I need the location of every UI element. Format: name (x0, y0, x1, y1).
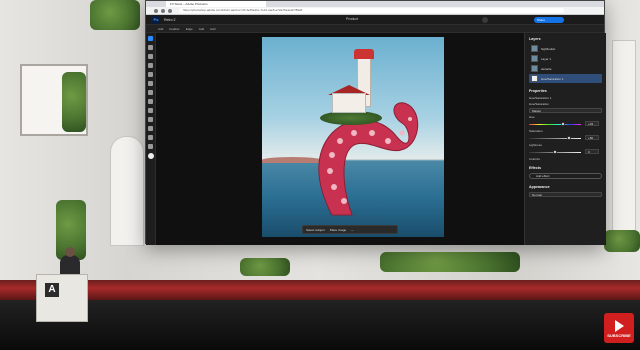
shape-tool-icon[interactable] (148, 117, 153, 122)
photoshop-logo-icon[interactable]: Ps (152, 15, 160, 24)
url-input[interactable]: https://photoshop.adobe.com/id/urn:aaid:… (179, 8, 564, 13)
island (320, 111, 382, 125)
layer-row[interactable]: hightlookin (529, 44, 602, 53)
hue-knob[interactable] (561, 122, 565, 126)
preset-dropdown[interactable]: Master (529, 108, 602, 113)
header-center-label[interactable]: Product (346, 17, 358, 21)
effects-title: Effects (529, 166, 541, 170)
saturation-knob[interactable] (567, 136, 571, 140)
subscribe-label: SUBSCRIBE (607, 333, 631, 338)
hue-track (529, 124, 581, 125)
layer-name: Hue/Saturation 1 (541, 76, 564, 81)
share-button[interactable]: Share (534, 17, 564, 23)
canvas-area[interactable]: Select subject Place image ⋯ (156, 33, 524, 245)
layers-title: Layers (529, 37, 541, 41)
house (332, 93, 366, 113)
background-plant (380, 252, 520, 272)
option-item[interactable]: Edge (186, 27, 193, 31)
lighthouse-lamp (354, 49, 374, 59)
option-item[interactable]: Add (158, 27, 163, 31)
color-swatch-icon[interactable] (147, 153, 154, 159)
layer-name: tentacle (541, 66, 552, 71)
layer-thumbnail (531, 45, 538, 52)
stage-red-band (0, 280, 640, 300)
reload-icon[interactable] (168, 8, 172, 13)
option-item[interactable]: Feather (169, 27, 179, 31)
saturation-value-field[interactable]: +50 (585, 135, 599, 140)
select-subject-button[interactable]: Select subject (306, 228, 325, 232)
subscribe-button[interactable]: SUBSCRIBE (604, 313, 634, 343)
right-panel: Layers hightlookin Layer 1 tentacle Hue/… (524, 33, 606, 245)
lightness-knob[interactable] (553, 150, 557, 154)
tentacle-image (318, 102, 419, 216)
background-arch (110, 136, 144, 246)
select-tool-icon[interactable] (148, 45, 153, 50)
back-icon[interactable] (154, 8, 158, 13)
crop-tool-icon[interactable] (148, 126, 153, 131)
browser-tab[interactable]: FX Stock ~ Adobe Photosho (166, 1, 266, 7)
stage-floor (0, 300, 640, 350)
zoom-tool-icon[interactable] (148, 144, 153, 149)
place-image-button[interactable]: Place image (330, 228, 347, 232)
layer-name: hightlookin (541, 46, 556, 51)
type-tool-icon[interactable] (148, 108, 153, 113)
section-label: Hue/Saturation (529, 102, 550, 106)
forward-icon[interactable] (161, 8, 165, 13)
move-tool-icon[interactable] (148, 36, 153, 41)
saturation-track (529, 138, 581, 139)
play-icon (615, 320, 624, 332)
lightness-slider[interactable]: 0 (529, 149, 602, 155)
option-item[interactable]: Add (210, 27, 215, 31)
lightness-value-field[interactable]: 0 (585, 149, 599, 154)
eyedropper-tool-icon[interactable] (148, 135, 153, 140)
appearance-title: Appearance (529, 185, 550, 189)
hue-label: Hue (529, 115, 535, 119)
keynote-stage: A SUBSCRIBE FX Stock ~ Adobe Photosho ht… (0, 0, 640, 350)
adjustment-name: Hue/Saturation 1 (529, 96, 552, 100)
saturation-slider[interactable]: +50 (529, 135, 602, 141)
colorize-checkbox[interactable]: Colorize (529, 157, 602, 161)
contextual-taskbar: Select subject Place image ⋯ (302, 225, 398, 234)
layer-row[interactable]: Layer 1 (529, 54, 602, 63)
hue-slider[interactable]: +33 (529, 121, 602, 127)
address-bar: https://photoshop.adobe.com/id/urn:aaid:… (146, 7, 604, 15)
background-plant (90, 0, 140, 30)
properties-title: Properties (529, 89, 547, 93)
adjustment-layer-thumbnail (531, 75, 538, 82)
more-options-icon[interactable]: ⋯ (351, 228, 354, 232)
background-plant (240, 258, 290, 276)
document-title[interactable]: Retro 2 (164, 18, 175, 22)
layer-thumbnail (531, 55, 538, 62)
layer-row-selected[interactable]: Hue/Saturation 1 (529, 74, 602, 83)
tools-panel (146, 33, 156, 245)
hue-value-field[interactable]: +33 (585, 121, 599, 126)
background-plant (62, 72, 86, 132)
lightness-label: Lightness (529, 143, 542, 147)
options-bar: Add Feather Edge Add Add (146, 25, 604, 33)
layer-name: Layer 1 (541, 56, 552, 61)
blend-mode-dropdown[interactable]: Normal (529, 192, 602, 197)
background-plant (604, 230, 640, 252)
header-action-button[interactable] (482, 17, 488, 23)
gradient-tool-icon[interactable] (148, 99, 153, 104)
fill-tool-icon[interactable] (148, 90, 153, 95)
add-effect-button[interactable]: Add effect (529, 173, 602, 179)
brush-tool-icon[interactable] (148, 63, 153, 68)
layer-thumbnail (531, 65, 538, 72)
background-arch (612, 40, 636, 240)
lasso-tool-icon[interactable] (148, 54, 153, 59)
option-item[interactable]: Add (199, 27, 204, 31)
document-canvas[interactable] (262, 37, 444, 237)
saturation-label: Saturation (529, 129, 543, 133)
eraser-tool-icon[interactable] (148, 72, 153, 77)
podium: A (36, 274, 88, 322)
layer-row[interactable]: tentacle (529, 64, 602, 73)
adobe-logo-icon: A (45, 283, 59, 297)
clone-tool-icon[interactable] (148, 81, 153, 86)
browser-window: FX Stock ~ Adobe Photosho https://photos… (145, 0, 606, 245)
